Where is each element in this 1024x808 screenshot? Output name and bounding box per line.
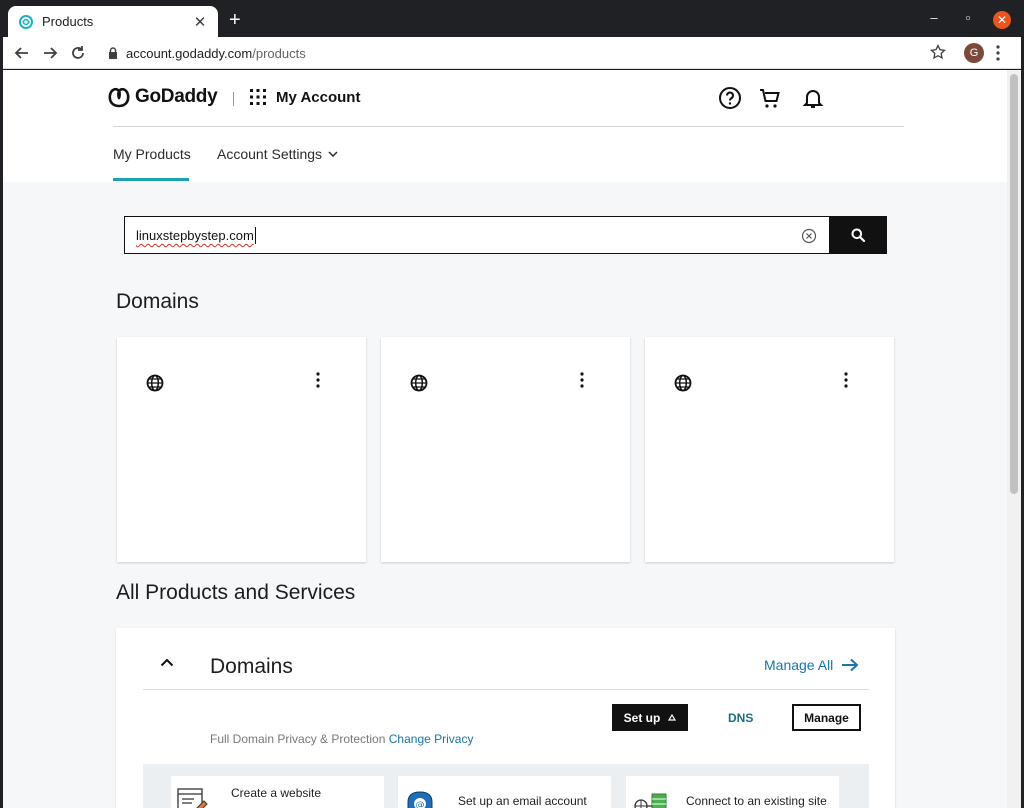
action-label: Create a website: [231, 786, 322, 800]
apps-grid-icon[interactable]: [249, 88, 267, 106]
connect-site-icon: [634, 793, 667, 808]
caret-up-icon: [668, 714, 677, 721]
logo-text: GoDaddy: [135, 86, 218, 107]
globe-icon: [146, 374, 164, 392]
site-header: GoDaddy My Account My Products Account S…: [3, 70, 1007, 182]
manage-all-label: Manage All: [764, 657, 834, 673]
privacy-row: Full Domain Privacy & Protection Change …: [210, 732, 473, 746]
manage-button[interactable]: Manage: [792, 704, 861, 731]
chevron-up-icon[interactable]: [160, 658, 174, 667]
search-button[interactable]: [829, 216, 887, 254]
profile-avatar[interactable]: G: [964, 43, 984, 63]
url-path: /products: [252, 45, 306, 61]
tab-account-settings[interactable]: Account Settings: [217, 146, 338, 162]
chevron-down-icon: [328, 151, 338, 157]
globe-icon: [410, 374, 428, 392]
my-account-link[interactable]: My Account: [276, 89, 360, 106]
action-label: Set up an email account: [458, 794, 587, 808]
browser-toolbar: account.godaddy.com/products G: [0, 37, 1024, 69]
more-options-icon[interactable]: [844, 372, 848, 388]
dns-link[interactable]: DNS: [728, 711, 753, 725]
clear-search-icon[interactable]: [801, 228, 817, 244]
tab-close-icon[interactable]: ✕: [192, 13, 208, 31]
connect-site-card[interactable]: Connect to an existing site: [626, 776, 839, 808]
product-search-input[interactable]: linuxstepbystep.com: [124, 216, 829, 254]
header-divider: [233, 92, 234, 106]
new-tab-button[interactable]: +: [229, 10, 241, 30]
action-label: Connect to an existing site: [686, 794, 827, 808]
group-divider: [143, 689, 869, 690]
create-website-card[interactable]: Create a website: [171, 776, 384, 808]
browser-menu-icon[interactable]: [995, 44, 1001, 62]
all-products-section-title: All Products and Services: [116, 581, 356, 604]
godaddy-logo[interactable]: GoDaddy: [107, 86, 218, 108]
more-options-icon[interactable]: [316, 372, 320, 388]
page-viewport: GoDaddy My Account My Products Account S…: [3, 70, 1007, 808]
window-close-icon[interactable]: ✕: [993, 11, 1011, 29]
tab-title: Products: [42, 14, 94, 29]
godaddy-logo-icon: [108, 87, 130, 108]
privacy-text: Full Domain Privacy & Protection: [210, 732, 386, 746]
svg-text:@: @: [416, 801, 425, 808]
header-divider-line: [113, 126, 904, 127]
manage-all-link[interactable]: Manage All: [764, 657, 859, 673]
page-scrollbar[interactable]: [1007, 70, 1021, 808]
setup-label: Set up: [623, 710, 661, 725]
globe-icon: [674, 374, 692, 392]
cart-icon[interactable]: [758, 86, 782, 110]
maximize-icon[interactable]: ▫: [959, 10, 977, 26]
quick-actions-strip: Create a website @ Set up an email accou…: [143, 764, 869, 808]
text-cursor: [255, 227, 256, 244]
domain-card[interactable]: [117, 337, 366, 562]
browser-tab[interactable]: Products ✕: [8, 6, 218, 37]
products-group-panel: Domains Manage All Set up DNS Manage Ful…: [116, 628, 895, 808]
domains-section-title: Domains: [116, 290, 199, 313]
bookmark-star-icon[interactable]: [930, 44, 946, 60]
help-icon[interactable]: [718, 86, 742, 110]
godaddy-favicon-icon: [19, 14, 33, 29]
forward-icon[interactable]: [40, 43, 60, 63]
tab-my-products[interactable]: My Products: [113, 146, 191, 162]
domain-card[interactable]: [381, 337, 630, 562]
group-title: Domains: [210, 655, 293, 678]
active-tab-indicator: [113, 178, 189, 181]
setup-button[interactable]: Set up: [612, 704, 688, 731]
url-host: account.godaddy.com: [126, 45, 253, 61]
scrollbar-thumb[interactable]: [1010, 74, 1018, 494]
website-builder-icon: [177, 788, 208, 808]
address-bar[interactable]: account.godaddy.com/products: [100, 40, 960, 66]
minimize-icon[interactable]: –: [925, 10, 943, 26]
email-icon: @: [407, 791, 433, 808]
lock-icon: [109, 47, 117, 59]
domain-card[interactable]: [645, 337, 894, 562]
browser-tab-strip: Products ✕ + – ▫ ✕: [0, 0, 1024, 37]
account-settings-label: Account Settings: [217, 146, 323, 162]
back-icon[interactable]: [12, 43, 32, 63]
more-options-icon[interactable]: [580, 372, 584, 388]
search-input-value: linuxstepbystep.com: [136, 228, 254, 243]
setup-email-card[interactable]: @ Set up an email account: [398, 776, 611, 808]
change-privacy-link[interactable]: Change Privacy: [389, 732, 474, 746]
search-icon: [851, 228, 865, 242]
notifications-bell-icon[interactable]: [801, 86, 825, 110]
reload-icon[interactable]: [68, 43, 88, 63]
arrow-right-icon: [842, 658, 859, 672]
